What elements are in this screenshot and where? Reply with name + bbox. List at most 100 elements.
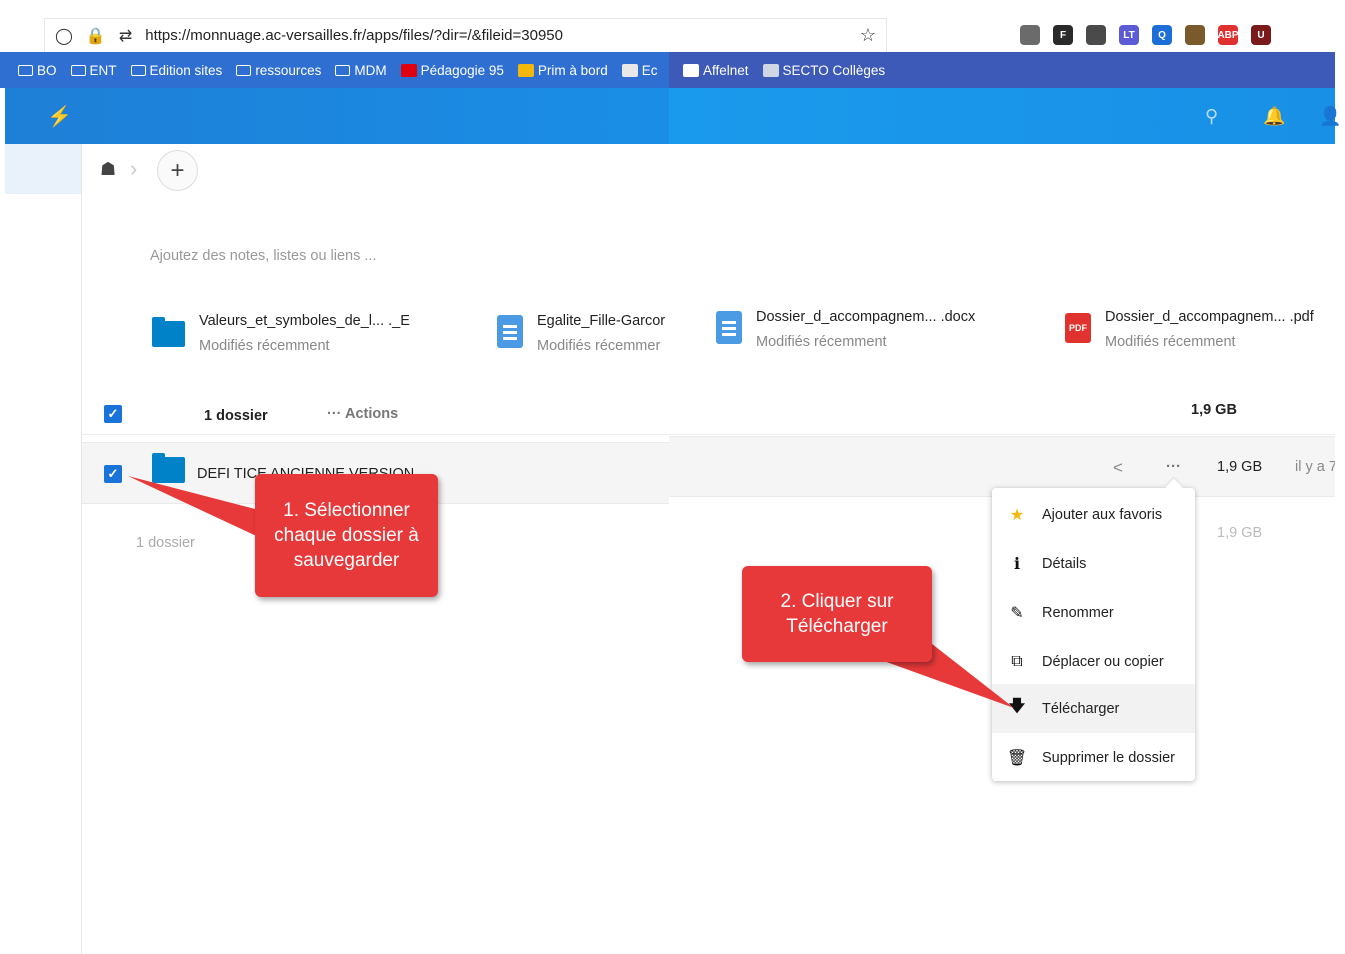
star-icon: ★ bbox=[1009, 506, 1025, 524]
bookmarks-bar: BO ENT Edition sites ressources MDM Pédagogie… bbox=[0, 52, 669, 88]
menu-label: Renommer bbox=[1042, 604, 1114, 621]
permissions-icon[interactable]: ⇄ bbox=[119, 26, 132, 46]
navigation-item-active[interactable] bbox=[5, 144, 81, 194]
file-action-menu: ★ Ajouter aux favoris i Détails ✎ Renommer … bbox=[992, 488, 1195, 781]
bookmark-item[interactable]: BO bbox=[18, 63, 57, 78]
recent-sub: Modifiés récemment bbox=[1105, 334, 1236, 350]
menu-label: Supprimer le dossier bbox=[1042, 749, 1175, 766]
actions-button[interactable]: ··· Actions bbox=[327, 406, 398, 422]
bookmark-item[interactable]: MDM bbox=[335, 62, 387, 78]
breadcrumb-separator-icon: › bbox=[130, 156, 138, 181]
actions-label: Actions bbox=[344, 406, 399, 422]
app-header-right: ⚲ 🔔 👤 bbox=[669, 88, 1341, 144]
ec-icon bbox=[621, 63, 638, 77]
trash-icon: 🗑 bbox=[1006, 749, 1028, 767]
footer-count: 1 dossier bbox=[136, 535, 195, 551]
callout-step-one: 1. Sélectionner chaque dossier à sauvega… bbox=[255, 474, 438, 597]
menu-item-delete[interactable]: 🗑 Supprimer le dossier bbox=[992, 733, 1195, 782]
row-size: 1,9 GB bbox=[1217, 459, 1263, 475]
bookmark-item[interactable]: Ec bbox=[621, 63, 657, 78]
lock-icon: 🔒 bbox=[85, 27, 106, 45]
recent-name: Dossier_d_accompagnem... .pdf bbox=[1105, 309, 1314, 325]
folder-icon bbox=[236, 64, 252, 76]
bookmark-item[interactable]: Pédagogie 95 bbox=[400, 62, 504, 78]
activity-icon[interactable]: ⚡ bbox=[47, 104, 72, 129]
extensions-bar: F LT Q ABP U bbox=[1020, 22, 1271, 48]
recent-item[interactable]: Egalite_Fille-Garcor Modifiés récemmer bbox=[497, 313, 669, 354]
f-icon[interactable]: F bbox=[1053, 25, 1073, 45]
notes-placeholder[interactable]: Ajoutez des notes, listes ou liens ... bbox=[150, 248, 377, 264]
row-checkbox[interactable]: ✓ bbox=[104, 465, 122, 483]
ext-icon[interactable] bbox=[1086, 25, 1106, 45]
info-icon: i bbox=[1013, 554, 1021, 573]
folder-icon bbox=[335, 64, 351, 76]
menu-label: Détails bbox=[1042, 555, 1087, 572]
bookmark-item[interactable]: ressources bbox=[236, 63, 321, 78]
search-icon[interactable]: ⚲ bbox=[1205, 106, 1218, 127]
recent-name: Dossier_d_accompagnem... .docx bbox=[756, 309, 976, 325]
secto-icon bbox=[762, 63, 779, 77]
menu-item-download[interactable]: 🡇 Télécharger bbox=[992, 684, 1195, 733]
recent-item[interactable]: Dossier_d_accompagnem... .docx Modifiés r… bbox=[716, 309, 975, 350]
affelnet-icon bbox=[683, 63, 699, 77]
folder-icon bbox=[152, 453, 185, 483]
menu-label: Ajouter aux favoris bbox=[1042, 506, 1163, 523]
home-icon[interactable]: ☗ bbox=[100, 159, 116, 180]
app-navigation bbox=[5, 144, 82, 954]
menu-item-favorite[interactable]: ★ Ajouter aux favoris bbox=[992, 490, 1195, 539]
adblock-icon[interactable]: ABP bbox=[1217, 25, 1239, 45]
menu-item-rename[interactable]: ✎ Renommer bbox=[992, 588, 1195, 637]
header-size: 1,9 GB bbox=[1191, 402, 1237, 418]
more-actions-icon[interactable]: ··· bbox=[1166, 458, 1181, 475]
move-icon: ⧉ bbox=[1011, 652, 1023, 670]
folder-icon bbox=[18, 64, 33, 76]
bell-icon[interactable]: 🔔 bbox=[1263, 106, 1285, 127]
select-all-checkbox[interactable]: ✓ bbox=[104, 405, 122, 423]
bookmark-item[interactable]: Prim à bord bbox=[517, 62, 608, 78]
app-header: ⚡ bbox=[5, 88, 669, 144]
bookmarks-bar-right: Affelnet SECTO Collèges bbox=[669, 52, 1335, 88]
footer-size: 1,9 GB bbox=[1217, 525, 1263, 541]
ext-icon[interactable] bbox=[1185, 25, 1205, 45]
bookmark-label: Prim à bord bbox=[537, 62, 608, 78]
folder-icon bbox=[152, 317, 185, 347]
menu-label: Télécharger bbox=[1042, 700, 1120, 717]
new-button[interactable]: + bbox=[157, 150, 198, 191]
pdf-icon: PDF bbox=[1065, 313, 1091, 343]
ublock-icon[interactable]: U bbox=[1251, 25, 1271, 45]
folder-icon bbox=[70, 64, 86, 76]
menu-item-details[interactable]: i Détails bbox=[992, 539, 1195, 588]
recent-item[interactable]: PDF Dossier_d_accompagnem... .pdf Modifié… bbox=[1065, 309, 1314, 350]
recent-sub: Modifiés récemmer bbox=[537, 338, 661, 354]
row-modified: il y a 7 bbox=[1295, 459, 1335, 475]
bookmark-item[interactable]: ENT bbox=[70, 63, 117, 78]
download-icon: 🡇 bbox=[1008, 698, 1026, 715]
pocket-icon[interactable] bbox=[1020, 25, 1040, 45]
bookmark-label: SECTO Collèges bbox=[782, 62, 886, 78]
files-header bbox=[82, 393, 1335, 435]
menu-item-move[interactable]: ⧉ Déplacer ou copier bbox=[992, 637, 1195, 686]
shield-icon: ◯ bbox=[55, 27, 73, 45]
recent-name: Valeurs_et_symboles_de_l... ._E bbox=[199, 313, 410, 329]
share-icon[interactable]: < bbox=[1113, 458, 1123, 478]
recent-sub: Modifiés récemment bbox=[199, 338, 330, 354]
recent-sub: Modifiés récemment bbox=[756, 334, 887, 350]
bookmark-label: Pédagogie 95 bbox=[420, 62, 504, 78]
bookmark-label: Affelnet bbox=[703, 62, 749, 78]
bookmark-item[interactable]: Edition sites bbox=[130, 63, 222, 78]
url-bar[interactable]: ◯ 🔒 ⇄ https://monnuage.ac-versailles.fr/… bbox=[44, 18, 887, 52]
q-icon[interactable]: Q bbox=[1152, 25, 1172, 45]
selection-count: 1 dossier bbox=[204, 408, 268, 424]
prim-icon bbox=[517, 63, 534, 77]
languagetool-icon[interactable]: LT bbox=[1119, 25, 1139, 45]
callout-step-two: 2. Cliquer sur Télécharger bbox=[742, 566, 932, 662]
menu-label: Déplacer ou copier bbox=[1042, 653, 1164, 670]
bookmark-item[interactable]: Affelnet bbox=[683, 63, 749, 78]
bookmark-star-icon[interactable]: ☆ bbox=[860, 25, 876, 46]
bookmark-label: MDM bbox=[354, 62, 387, 78]
contacts-icon[interactable]: 👤 bbox=[1319, 106, 1341, 127]
folder-icon bbox=[130, 64, 146, 76]
recent-item[interactable]: Valeurs_et_symboles_de_l... ._E Modifiés … bbox=[152, 313, 410, 354]
url-text: https://monnuage.ac-versailles.fr/apps/f… bbox=[145, 27, 563, 44]
bookmark-item[interactable]: SECTO Collèges bbox=[762, 62, 886, 78]
